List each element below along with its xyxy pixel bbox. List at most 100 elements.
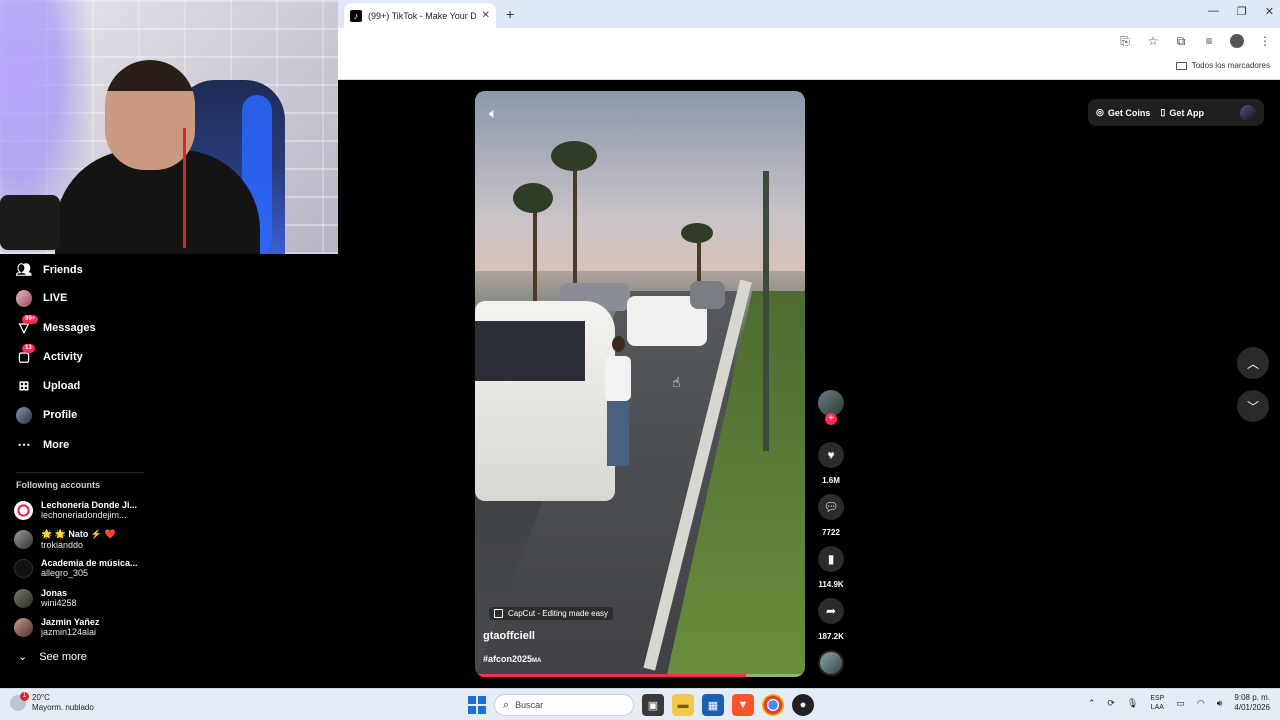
microphone-icon[interactable]: 🎙︎: [1127, 698, 1138, 709]
music-disc[interactable]: [818, 650, 844, 676]
weather-widget[interactable]: 1 20°C Mayorm. nublado: [10, 692, 94, 713]
sidebar-item-profile[interactable]: Profile: [16, 406, 77, 424]
weather-badge: 1: [20, 692, 29, 701]
volume-icon[interactable]: 🔈︎: [489, 105, 507, 121]
capcut-icon: [494, 609, 503, 618]
browser-toolbar: ⎘ ☆ ⧉ ≡ ⋮: [338, 28, 1280, 56]
profile-avatar-icon: [16, 406, 32, 424]
hashtag-text: #afcon2025: [483, 654, 533, 664]
comment-icon: 💬︎: [823, 500, 839, 514]
sidebar-item-label: Friends: [43, 264, 83, 276]
hand-cursor-icon: ☝︎: [672, 374, 681, 390]
weather-icon: 1: [10, 692, 29, 711]
following-account[interactable]: Jazmin Yañez jazmin124alai: [14, 617, 99, 637]
capcut-tag[interactable]: CapCut - Editing made easy: [489, 607, 614, 620]
sidebar-item-label: Activity: [43, 351, 83, 363]
file-explorer-icon[interactable]: ▬: [672, 694, 694, 716]
chrome-icon[interactable]: [762, 694, 784, 716]
display-icon[interactable]: ▭: [1176, 698, 1185, 709]
avatar: [14, 530, 33, 549]
comment-button[interactable]: 💬︎: [818, 494, 844, 520]
previous-video-button[interactable]: ︿: [1237, 347, 1269, 379]
sidebar-item-activity[interactable]: ▢ 13 Activity: [16, 344, 83, 365]
restore-icon[interactable]: ❐: [1237, 5, 1247, 18]
following-account[interactable]: Lechoneria Donde Ji... lechoneriadondeji…: [14, 500, 137, 520]
tiktok-icon: ♪: [350, 9, 362, 22]
account-handle: jazmin124alai: [41, 627, 97, 637]
sidebar-item-label: LIVE: [43, 292, 68, 304]
get-coins-label: Get Coins: [1107, 107, 1151, 118]
chevron-up-icon[interactable]: ⌃: [1088, 698, 1096, 709]
save-button[interactable]: ▮: [818, 546, 844, 572]
all-bookmarks[interactable]: Todos los marcadores: [1175, 61, 1270, 70]
menu-icon[interactable]: ⋮: [1258, 34, 1272, 48]
install-app-icon[interactable]: ⎘: [1118, 34, 1132, 48]
sidebar-item-messages[interactable]: ▽ 99+ Messages: [16, 315, 96, 336]
like-count: 1.6M: [822, 476, 840, 485]
following-account[interactable]: Academia de música... allegro_305: [14, 558, 138, 578]
chevron-down-icon: ⌄: [18, 651, 28, 663]
user-avatar[interactable]: [1240, 104, 1256, 121]
chevron-up-icon: ︿: [1246, 356, 1259, 371]
sidebar-item-friends[interactable]: 👥︎ Friends: [16, 262, 83, 278]
sidebar-item-label: Messages: [43, 322, 96, 334]
extensions-icon[interactable]: ⧉: [1174, 34, 1188, 48]
sidebar-item-label: More: [43, 439, 70, 451]
close-window-icon[interactable]: ✕: [1265, 5, 1274, 18]
new-tab-button[interactable]: +: [506, 6, 514, 22]
brave-icon[interactable]: ▼: [732, 694, 754, 716]
video-progress-bar[interactable]: [475, 674, 805, 677]
clock-time: 9:08 p. m.: [1234, 693, 1270, 702]
see-more-button[interactable]: ⌄ See more: [18, 650, 87, 664]
weather-desc: Mayorm. nublado: [32, 703, 94, 712]
sidebar-item-label: Upload: [43, 380, 81, 392]
get-coins-button[interactable]: ◎ Get Coins: [1096, 107, 1150, 118]
phone-icon: ▯: [1160, 107, 1166, 117]
sidebar-item-upload[interactable]: ⊞ Upload: [16, 378, 81, 394]
following-account[interactable]: Jonas wini4258: [14, 588, 77, 608]
top-right-actions: ◎ Get Coins ▯ Get App: [1088, 99, 1264, 126]
more-icon: ⋯: [17, 437, 31, 452]
share-count: 187.2K: [818, 632, 844, 641]
sync-icon[interactable]: ⟳: [1107, 698, 1115, 709]
share-button[interactable]: ➦: [818, 598, 844, 624]
activity-badge: 13: [22, 344, 35, 353]
share-icon: ➦: [825, 604, 837, 618]
browser-tab[interactable]: ♪ (99+) TikTok - Make Your Day ✕: [344, 3, 496, 28]
profile-avatar-icon[interactable]: [1230, 34, 1244, 48]
language-indicator[interactable]: ESP LAA: [1150, 694, 1164, 712]
video-hashtag[interactable]: #afcon2025MA: [483, 654, 541, 664]
account-handle: allegro_305: [41, 568, 89, 578]
video-player[interactable]: 🔈︎ ☝︎ CapCut - Editing made easy gtaoffc…: [475, 91, 805, 677]
minimize-icon[interactable]: —: [1208, 5, 1219, 18]
star-icon[interactable]: ☆: [1146, 34, 1160, 48]
get-app-button[interactable]: ▯ Get App: [1160, 107, 1204, 118]
next-video-button[interactable]: ﹀: [1237, 390, 1269, 422]
wifi-icon[interactable]: ◠: [1197, 698, 1205, 709]
task-view-icon[interactable]: ▣: [642, 694, 664, 716]
windows-start-icon[interactable]: [468, 696, 486, 714]
volume-icon[interactable]: 🔊︎: [1217, 698, 1223, 709]
system-tray: ⌃ ⟳ 🎙︎ ESP LAA ▭ ◠ 🔊︎ 9:08 p. m. 4/01/20…: [1088, 693, 1270, 713]
media-icon[interactable]: ≡: [1202, 34, 1216, 48]
following-account[interactable]: 🌟 🌟 Nato ⚡ ❤️ trokianddo: [14, 529, 116, 550]
weather-temp: 20°C: [32, 693, 50, 702]
sidebar-item-live[interactable]: LIVE: [16, 289, 68, 307]
sidebar-item-more[interactable]: ⋯ More: [16, 437, 70, 453]
folder-icon: [1175, 61, 1187, 70]
account-name: Lechoneria Donde Ji...: [41, 500, 138, 510]
avatar: [14, 558, 33, 578]
video-username[interactable]: gtaoffciell: [483, 630, 535, 642]
obs-icon[interactable]: ●: [792, 694, 814, 716]
sidebar: 👥︎ Friends LIVE ▽ 99+ Messages ▢ 13 Activi…: [0, 254, 338, 688]
search-icon: ⌕: [503, 698, 510, 711]
windows-taskbar: 1 20°C Mayorm. nublado ⌕ Buscar ▣ ▬ ▦ ▼ …: [0, 688, 1280, 720]
close-icon[interactable]: ✕: [482, 10, 490, 21]
store-icon[interactable]: ▦: [702, 694, 724, 716]
taskbar-search[interactable]: ⌕ Buscar: [494, 694, 634, 716]
bookmarks-label: Todos los marcadores: [1191, 61, 1270, 70]
lang-bottom: LAA: [1150, 704, 1164, 711]
like-button[interactable]: ♥: [818, 442, 844, 468]
follow-plus-icon[interactable]: +: [825, 413, 837, 425]
clock[interactable]: 9:08 p. m. 4/01/2026: [1234, 693, 1270, 713]
